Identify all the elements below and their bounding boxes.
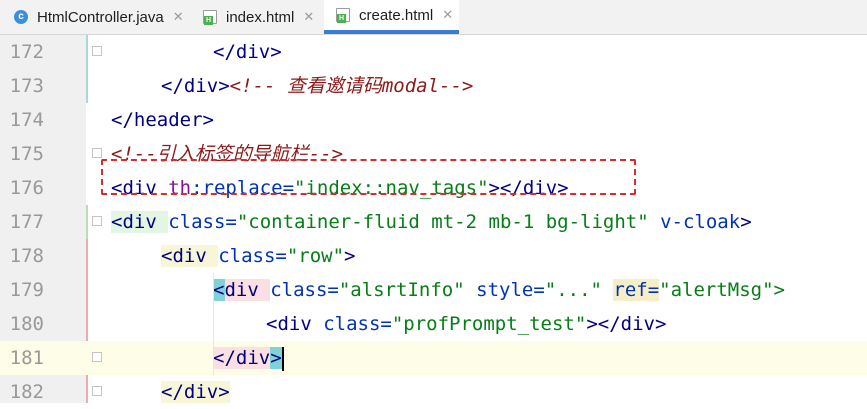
code-token: </div> bbox=[161, 381, 230, 403]
code-token: > bbox=[740, 211, 752, 233]
code-token: <div bbox=[161, 245, 219, 267]
code-line: 175 <!--引入标签的导航栏--> bbox=[0, 137, 867, 171]
code-token: <div bbox=[266, 313, 324, 335]
code-token: class= bbox=[270, 279, 339, 301]
fold-icon[interactable] bbox=[92, 352, 102, 362]
code-text: </header> bbox=[111, 103, 214, 137]
code-token: </ bbox=[213, 41, 236, 63]
line-number: 178 bbox=[9, 245, 44, 267]
code-token: > bbox=[344, 245, 356, 267]
editor-tab-bar: c HtmlController.java ✕ index.html ✕ cre… bbox=[0, 0, 867, 35]
code-token: </div> bbox=[213, 347, 282, 369]
code-token: "..." bbox=[544, 279, 614, 301]
code-token: ></div> bbox=[488, 177, 569, 199]
line-number: 175 bbox=[9, 143, 44, 165]
code-text: <div class="container-fluid mt-2 mb-1 bg… bbox=[111, 205, 752, 239]
code-token: class= bbox=[323, 313, 392, 335]
code-text: </div> bbox=[213, 341, 284, 375]
code-text: <div class="alsrtInfo" style="..." ref="… bbox=[213, 273, 785, 307]
html-file-icon bbox=[203, 10, 217, 25]
code-token: <div bbox=[213, 279, 271, 301]
line-number: 173 bbox=[9, 75, 44, 97]
java-class-icon: c bbox=[14, 10, 28, 24]
line-number: 180 bbox=[9, 313, 44, 335]
code-token: div bbox=[235, 41, 271, 63]
close-icon[interactable]: ✕ bbox=[442, 7, 453, 23]
code-comment: <!-- bbox=[229, 75, 287, 97]
code-token: :replace= bbox=[191, 177, 295, 199]
text-cursor bbox=[281, 346, 284, 371]
code-line: 178 <div class="row"> bbox=[0, 239, 867, 273]
code-token: "row" bbox=[286, 245, 345, 267]
code-token: <div bbox=[111, 177, 169, 199]
code-token: "profPrompt_test" bbox=[391, 313, 587, 335]
code-comment: --> bbox=[439, 75, 474, 97]
fold-icon[interactable] bbox=[92, 46, 102, 56]
line-number: 181 bbox=[9, 347, 44, 369]
code-token: "alertMsg"> bbox=[659, 279, 786, 301]
code-line: 174 </header> bbox=[0, 103, 867, 137]
close-icon[interactable]: ✕ bbox=[303, 9, 314, 25]
code-token: ref= bbox=[613, 279, 660, 301]
line-number: 179 bbox=[9, 279, 44, 301]
code-token: ></div> bbox=[586, 313, 667, 335]
code-line: 173 </div><!-- 查看邀请码modal--> bbox=[0, 69, 867, 103]
tab-htmlcontroller-java[interactable]: c HtmlController.java ✕ bbox=[14, 0, 184, 34]
code-text: <div class="profPrompt_test"></div> bbox=[266, 307, 666, 341]
tab-label: create.html bbox=[359, 6, 434, 24]
code-token: <div bbox=[111, 211, 169, 233]
line-number: 177 bbox=[9, 211, 44, 233]
code-text: </div><!-- 查看邀请码modal--> bbox=[161, 69, 473, 103]
code-text: </div> bbox=[161, 375, 230, 409]
code-token: "alsrtInfo" bbox=[338, 279, 477, 301]
tab-label: index.html bbox=[226, 8, 295, 26]
code-comment: <!--引入标签的导航栏--> bbox=[111, 143, 344, 165]
html-file-icon bbox=[336, 8, 350, 23]
code-editor[interactable]: 172 </div> 173 </div><!-- 查看邀请码modal--> … bbox=[0, 35, 867, 403]
code-line: 182 </div> bbox=[0, 375, 867, 409]
code-token: "index::nav_tags" bbox=[294, 177, 489, 199]
code-line: 172 </div> bbox=[0, 35, 867, 69]
fold-icon[interactable] bbox=[92, 386, 102, 396]
close-icon[interactable]: ✕ bbox=[173, 9, 184, 25]
code-token: "container-fluid mt-2 mb-1 bg-light" bbox=[236, 211, 649, 233]
tab-index-html[interactable]: index.html ✕ bbox=[203, 0, 314, 34]
code-token: class= bbox=[168, 211, 237, 233]
indent-guide bbox=[213, 273, 214, 375]
code-token: > bbox=[270, 41, 282, 63]
code-token: th bbox=[168, 177, 192, 199]
tab-create-html[interactable]: create.html ✕ bbox=[324, 0, 459, 34]
code-line: 176 <div th:replace="index::nav_tags"></… bbox=[0, 171, 867, 205]
code-token: </header> bbox=[111, 109, 214, 131]
code-line: 177 <div class="container-fluid mt-2 mb-… bbox=[0, 205, 867, 239]
code-comment: 查看邀请码modal bbox=[286, 75, 440, 97]
line-number: 172 bbox=[9, 41, 44, 63]
code-text: <!--引入标签的导航栏--> bbox=[111, 137, 343, 171]
code-token: class= bbox=[218, 245, 287, 267]
tab-label: HtmlController.java bbox=[37, 8, 164, 26]
line-number: 182 bbox=[9, 381, 44, 403]
line-number: 174 bbox=[9, 109, 44, 131]
line-number: 176 bbox=[9, 177, 44, 199]
fold-icon[interactable] bbox=[92, 148, 102, 158]
code-line-current: 181 </div> bbox=[0, 341, 867, 375]
code-line: 180 <div class="profPrompt_test"></div> bbox=[0, 307, 867, 341]
code-token: </div> bbox=[161, 75, 230, 97]
code-token: v-cloak bbox=[660, 211, 741, 233]
code-line: 179 <div class="alsrtInfo" style="..." r… bbox=[0, 273, 867, 307]
code-text: <div th:replace="index::nav_tags"></div> bbox=[111, 171, 569, 205]
code-token: style= bbox=[476, 279, 545, 301]
fold-icon[interactable] bbox=[92, 216, 102, 226]
code-text: </div> bbox=[213, 35, 282, 69]
code-text: <div class="row"> bbox=[161, 239, 356, 273]
